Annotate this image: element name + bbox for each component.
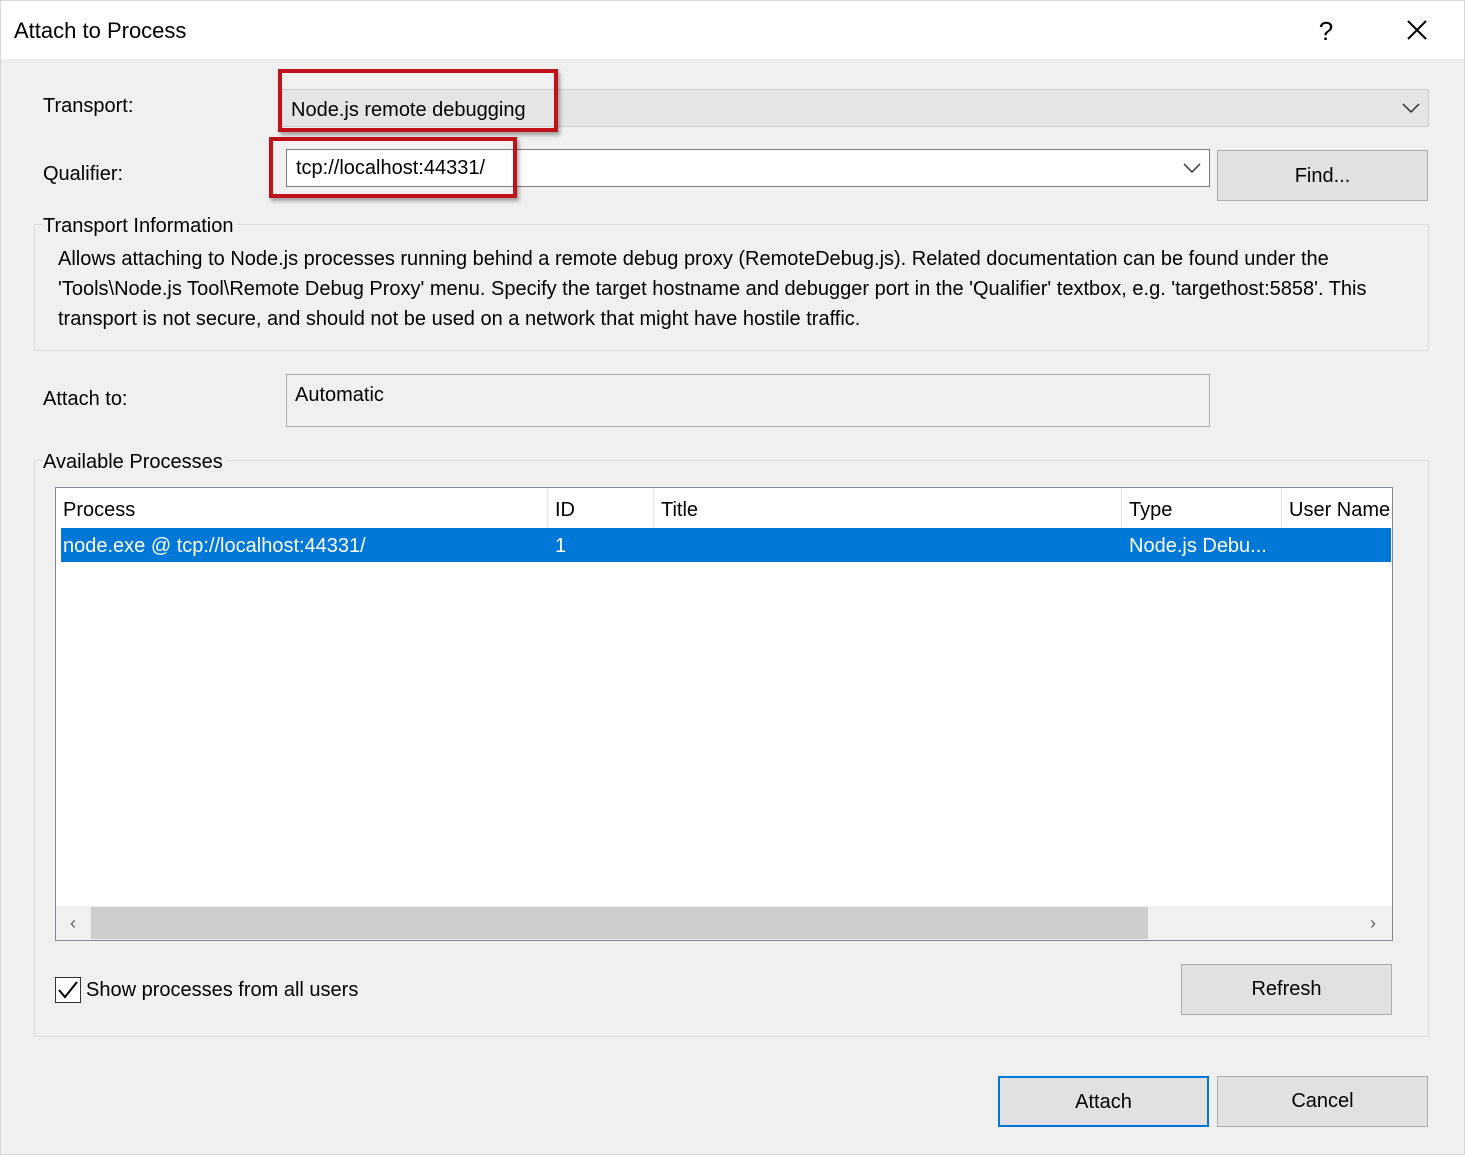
- dialog-title: Attach to Process: [14, 18, 187, 43]
- refresh-button[interactable]: Refresh: [1181, 964, 1392, 1015]
- show-all-users-checkbox[interactable]: [55, 977, 81, 1003]
- column-header-id[interactable]: ID: [548, 488, 654, 528]
- process-list[interactable]: Process ID Title Type User Name node.exe…: [55, 487, 1393, 941]
- column-header-process[interactable]: Process: [56, 488, 548, 528]
- available-processes-title: Available Processes: [43, 449, 227, 475]
- column-header-title[interactable]: Title: [654, 488, 1122, 528]
- close-icon: [1407, 20, 1427, 40]
- qualifier-value: tcp://localhost:44331/: [296, 157, 486, 179]
- scroll-right-icon[interactable]: ›: [1356, 906, 1390, 940]
- cell-process: node.exe @ tcp://localhost:44331/: [63, 535, 366, 557]
- scrollbar-thumb[interactable]: [91, 907, 1148, 939]
- show-all-users-label[interactable]: Show processes from all users: [86, 976, 358, 1004]
- cancel-button[interactable]: Cancel: [1217, 1076, 1428, 1127]
- cell-id: 1: [555, 535, 567, 557]
- scroll-left-icon[interactable]: ‹: [56, 906, 90, 940]
- transport-info-text: Allows attaching to Node.js processes ru…: [58, 248, 1367, 330]
- help-button[interactable]: ?: [1303, 9, 1349, 53]
- checkmark-icon: [58, 981, 78, 999]
- attach-to-process-dialog: Attach to Process ? Transport: Node.js r…: [0, 0, 1465, 1155]
- transport-info-title: Transport Information: [43, 213, 238, 239]
- title-bar: Attach to Process ?: [1, 1, 1464, 59]
- qualifier-label: Qualifier:: [43, 163, 124, 185]
- transport-dropdown[interactable]: Node.js remote debugging: [280, 89, 1429, 127]
- attach-button[interactable]: Attach: [998, 1076, 1209, 1127]
- column-header-type[interactable]: Type: [1122, 488, 1282, 528]
- find-button[interactable]: Find...: [1217, 150, 1428, 201]
- cell-type: Node.js Debu...: [1129, 535, 1267, 557]
- column-header-user-name[interactable]: User Name: [1282, 488, 1392, 528]
- qualifier-input[interactable]: tcp://localhost:44331/: [286, 149, 1210, 187]
- chevron-down-icon[interactable]: [1183, 163, 1201, 173]
- attach-to-label: Attach to:: [43, 388, 128, 410]
- transport-selected-value: Node.js remote debugging: [291, 99, 526, 121]
- horizontal-scrollbar[interactable]: ‹ ›: [56, 906, 1392, 940]
- attach-to-value: Automatic: [295, 384, 384, 406]
- attach-to-field[interactable]: Automatic: [286, 374, 1210, 427]
- transport-label: Transport:: [43, 95, 134, 117]
- chevron-down-icon: [1402, 103, 1420, 113]
- close-button[interactable]: [1394, 9, 1440, 53]
- table-row[interactable]: node.exe @ tcp://localhost:44331/ 1 Node…: [61, 528, 1391, 562]
